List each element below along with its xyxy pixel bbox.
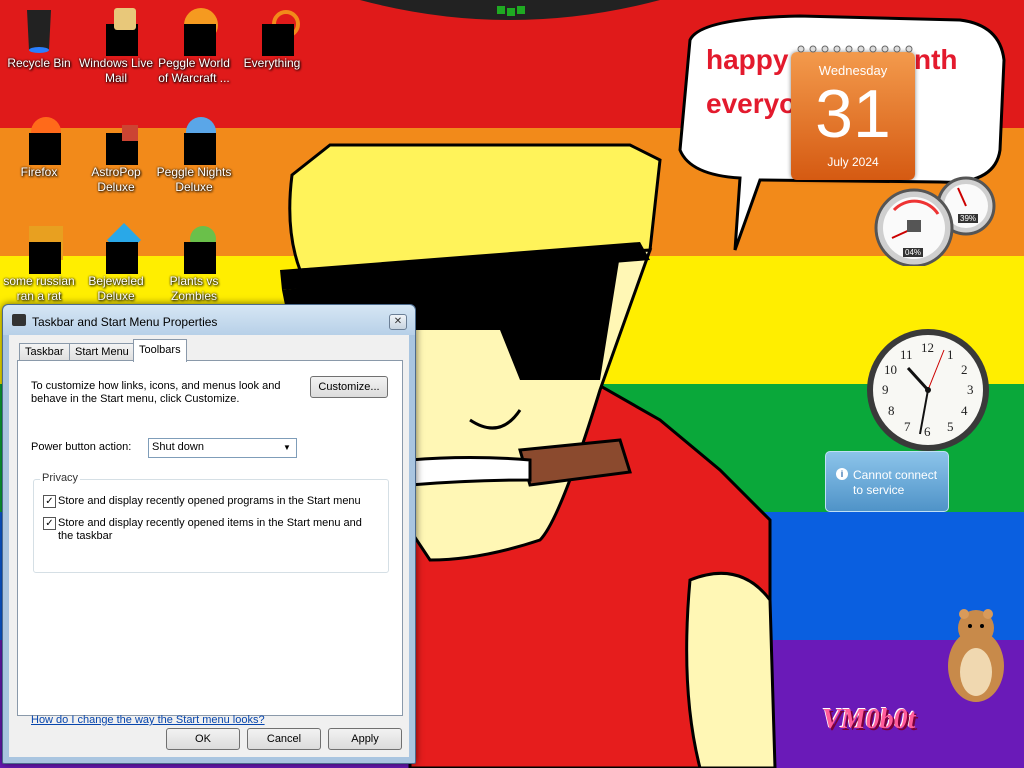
apply-button[interactable]: Apply — [328, 728, 402, 750]
desktop-icon-peggle-nights[interactable]: Peggle Nights Deluxe — [156, 115, 232, 195]
peggle-nights-icon — [170, 115, 218, 165]
calendar-day: 31 — [815, 76, 891, 152]
tab-start-menu[interactable]: Start Menu — [69, 343, 135, 361]
clock-numeral: 11 — [900, 347, 913, 362]
file-icon — [15, 224, 63, 274]
clock-numeral: 10 — [884, 362, 897, 377]
cpu-gauge-icon — [874, 176, 996, 266]
desktop-icon-bejeweled[interactable]: Bejeweled Deluxe — [78, 223, 154, 304]
recent-items-checkbox[interactable]: ✓ — [43, 517, 56, 530]
dialog-client-area: Taskbar Start Menu Toolbars To customize… — [9, 335, 409, 757]
privacy-label: Privacy — [40, 472, 81, 484]
hamster-image — [948, 609, 1004, 702]
calendar-month-year: July 2024 — [827, 155, 879, 169]
desktop-icon-peggle-wow[interactable]: Peggle World of Warcraft ... — [156, 6, 232, 86]
bejeweled-icon — [92, 223, 141, 274]
recent-items-label: Store and display recently opened items … — [58, 517, 362, 542]
peggle-icon — [170, 6, 218, 56]
desktop-icon-astropop[interactable]: AstroPop Deluxe — [78, 115, 154, 195]
dialog-titlebar[interactable]: Taskbar and Start Menu Properties ✕ — [3, 305, 415, 335]
power-button-label: Power button action: — [31, 441, 132, 453]
info-icon: i — [836, 468, 848, 480]
icon-label: Everything — [243, 56, 301, 70]
astropop-icon — [92, 115, 140, 165]
desktop: happy nth everyo Recycle Bin Windows Liv… — [0, 0, 1024, 768]
cpu-value: 04% — [903, 248, 924, 257]
cpu-meter-gadget[interactable]: 04% 39% — [872, 174, 1000, 266]
memory-value: 39% — [958, 214, 979, 223]
help-link[interactable]: How do I change the way the Start menu l… — [31, 714, 265, 726]
recent-programs-label: Store and display recently opened progra… — [58, 495, 361, 507]
clock-numerals: 12 1 2 3 4 5 6 7 8 9 10 11 — [864, 326, 994, 454]
icon-label: Peggle Nights Deluxe — [156, 165, 232, 194]
watermark-text: VM0b0t — [822, 704, 916, 735]
desktop-icon-plants-vs-zombies[interactable]: Plants vs Zombies — [156, 224, 232, 304]
power-button-value: Shut down — [152, 441, 204, 453]
dialog-title: Taskbar and Start Menu Properties — [32, 315, 218, 329]
desktop-icon-firefox[interactable]: Firefox — [1, 115, 77, 180]
icon-label: some russian ran a rat — [3, 274, 75, 303]
clock-numeral: 12 — [921, 340, 934, 355]
plants-vs-zombies-icon — [170, 224, 218, 274]
cancel-button[interactable]: Cancel — [247, 728, 321, 750]
clock-numeral: 2 — [961, 362, 968, 377]
desktop-icon-some-russian[interactable]: some russian ran a rat — [1, 224, 77, 304]
tab-taskbar[interactable]: Taskbar — [19, 343, 70, 361]
clock-numeral: 8 — [888, 403, 895, 418]
recycle-bin-icon — [15, 6, 63, 54]
clock-numeral: 7 — [904, 419, 911, 434]
clock-numeral: 3 — [967, 382, 974, 397]
privacy-group: Privacy ✓ Store and display recently ope… — [33, 472, 389, 573]
customize-button[interactable]: Customize... — [310, 376, 388, 398]
taskbar-icon — [12, 314, 26, 326]
power-button-select[interactable]: Shut down ▼ — [148, 438, 297, 458]
clock-numeral: 4 — [961, 403, 968, 418]
desktop-icon-recycle-bin[interactable]: Recycle Bin — [1, 6, 77, 71]
icon-label: AstroPop Deluxe — [91, 165, 141, 194]
intro-text: To customize how links, icons, and menus… — [31, 380, 281, 405]
calendar-rings-icon — [797, 45, 913, 53]
icon-label: Bejeweled Deluxe — [88, 274, 144, 303]
calendar-gadget[interactable]: Wednesday 31 July 2024 — [791, 45, 915, 180]
icon-label: Plants vs Zombies — [169, 274, 219, 303]
clock-numeral: 1 — [947, 347, 954, 362]
clock-numeral: 5 — [947, 419, 954, 434]
clock-numeral: 9 — [882, 382, 889, 397]
weather-gadget[interactable]: i Cannot connect to service — [825, 451, 949, 512]
icon-label: Windows Live Mail — [78, 56, 154, 85]
speech-text-line1a: happy — [706, 44, 789, 75]
tab-toolbars[interactable]: Toolbars — [133, 339, 187, 362]
close-button[interactable]: ✕ — [389, 314, 407, 330]
search-icon — [248, 6, 300, 56]
close-icon: ✕ — [393, 316, 403, 327]
mail-icon — [92, 6, 140, 56]
taskbar-start-menu-properties-dialog: Taskbar and Start Menu Properties ✕ Task… — [2, 304, 416, 764]
ok-button[interactable]: OK — [166, 728, 240, 750]
clock-gadget[interactable]: 12 1 2 3 4 5 6 7 8 9 10 11 — [864, 326, 994, 454]
weather-message: Cannot connect to service — [853, 468, 938, 497]
firefox-icon — [15, 115, 63, 165]
speech-text-line1b: nth — [914, 44, 958, 75]
icon-label: Firefox — [20, 165, 58, 179]
desktop-icon-windows-live-mail[interactable]: Windows Live Mail — [78, 6, 154, 86]
icon-label: Recycle Bin — [7, 56, 71, 70]
chevron-down-icon: ▼ — [283, 443, 291, 452]
icon-label: Peggle World of Warcraft ... — [158, 56, 230, 85]
recent-programs-checkbox[interactable]: ✓ — [43, 495, 56, 508]
speech-text-line2: everyo — [706, 88, 797, 119]
tab-panel: To customize how links, icons, and menus… — [17, 360, 403, 726]
clock-numeral: 6 — [924, 424, 931, 439]
desktop-icon-everything[interactable]: Everything — [234, 6, 310, 71]
